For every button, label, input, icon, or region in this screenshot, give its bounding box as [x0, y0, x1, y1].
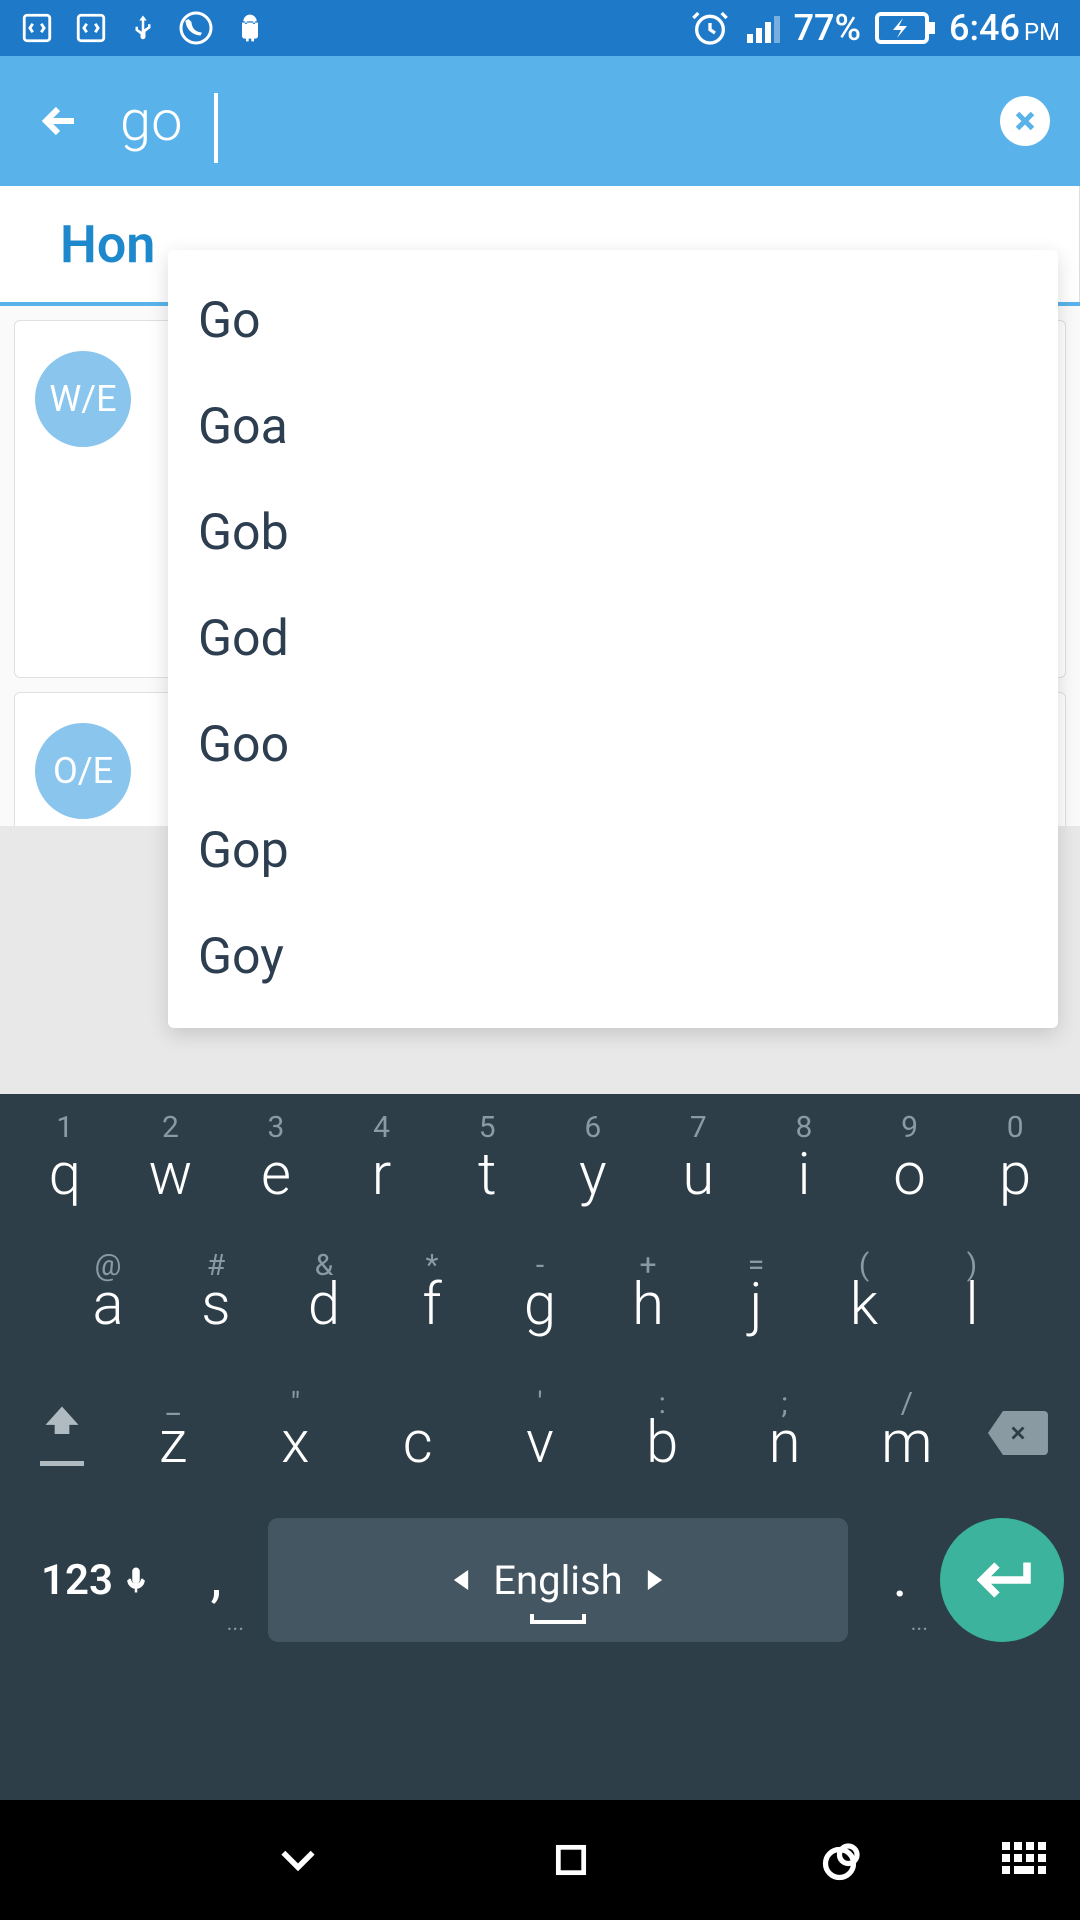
nav-bar: [0, 1800, 1080, 1920]
battery-charging-icon: [875, 12, 935, 44]
nav-back[interactable]: [276, 1838, 320, 1882]
android-icon: [234, 10, 266, 46]
text-cursor: [214, 93, 218, 163]
key-s[interactable]: #s: [162, 1236, 270, 1354]
key-b[interactable]: :b: [601, 1374, 723, 1492]
suggestion-item[interactable]: Goo: [168, 692, 1058, 798]
dev-icon-1: [20, 11, 54, 45]
keyboard-row-1: 1q 2w 3e 4r 5t 6y 7u 8i 9o 0p: [6, 1104, 1074, 1222]
suggestions-dropdown: Go Goa Gob God Goo Gop Goy: [168, 250, 1058, 1028]
status-left-icons: [20, 9, 266, 47]
key-j[interactable]: =j: [702, 1236, 810, 1354]
triangle-left-icon: [453, 1570, 469, 1590]
back-button[interactable]: [30, 91, 90, 151]
keyboard-row-4: 123 ,... English ....: [6, 1518, 1074, 1642]
signal-icon: [744, 10, 780, 46]
key-space[interactable]: English: [268, 1518, 848, 1642]
keyboard-row-3: _z "x c 'v :b ;n /m: [6, 1368, 1074, 1498]
key-i[interactable]: 8i: [751, 1104, 857, 1222]
key-o[interactable]: 9o: [857, 1104, 963, 1222]
key-n[interactable]: ;n: [723, 1374, 845, 1492]
key-h[interactable]: +h: [594, 1236, 702, 1354]
tab-home[interactable]: Hon: [60, 214, 155, 275]
suggestion-item[interactable]: Goa: [168, 374, 1058, 480]
key-z[interactable]: _z: [112, 1374, 234, 1492]
key-e[interactable]: 3e: [223, 1104, 329, 1222]
battery-pct: 77%: [794, 7, 861, 49]
key-backspace[interactable]: [968, 1368, 1068, 1498]
key-q[interactable]: 1q: [12, 1104, 118, 1222]
usb-icon: [128, 9, 158, 47]
suggestion-item[interactable]: Goy: [168, 904, 1058, 1010]
key-l[interactable]: )l: [918, 1236, 1026, 1354]
keyboard: 1q 2w 3e 4r 5t 6y 7u 8i 9o 0p @a #s &d *…: [0, 1094, 1080, 1800]
suggestion-item[interactable]: Gop: [168, 798, 1058, 904]
avatar: O/E: [35, 723, 131, 819]
search-bar: go: [0, 56, 1080, 186]
key-shift[interactable]: [12, 1368, 112, 1498]
key-g[interactable]: -g: [486, 1236, 594, 1354]
nav-recent[interactable]: [822, 1839, 864, 1881]
nav-keyboard-icon[interactable]: [1002, 1842, 1050, 1878]
key-a[interactable]: @a: [54, 1236, 162, 1354]
nav-home[interactable]: [552, 1841, 590, 1879]
alarm-icon: [690, 8, 730, 48]
search-input-wrap: go: [120, 88, 1000, 154]
clear-button[interactable]: [1000, 96, 1050, 146]
status-right: 77% 6:46PM: [690, 7, 1060, 49]
phone-circle-icon: [178, 10, 214, 46]
key-c[interactable]: c: [357, 1374, 479, 1492]
key-d[interactable]: &d: [270, 1236, 378, 1354]
key-t[interactable]: 5t: [434, 1104, 540, 1222]
suggestion-item[interactable]: Go: [168, 268, 1058, 374]
key-u[interactable]: 7u: [646, 1104, 752, 1222]
key-v[interactable]: 'v: [479, 1374, 601, 1492]
time: 6:46PM: [949, 7, 1060, 49]
key-w[interactable]: 2w: [118, 1104, 224, 1222]
status-bar: 77% 6:46PM: [0, 0, 1080, 56]
suggestion-item[interactable]: God: [168, 586, 1058, 692]
key-y[interactable]: 6y: [540, 1104, 646, 1222]
avatar: W/E: [35, 351, 131, 447]
triangle-right-icon: [647, 1570, 663, 1590]
key-123-mic[interactable]: 123: [16, 1556, 176, 1605]
key-r[interactable]: 4r: [329, 1104, 435, 1222]
key-k[interactable]: (k: [810, 1236, 918, 1354]
key-comma[interactable]: ,...: [176, 1520, 256, 1640]
keyboard-row-2: @a #s &d *f -g +h =j (k )l: [6, 1236, 1074, 1354]
key-f[interactable]: *f: [378, 1236, 486, 1354]
key-p[interactable]: 0p: [962, 1104, 1068, 1222]
dev-icon-2: [74, 11, 108, 45]
key-m[interactable]: /m: [846, 1374, 968, 1492]
search-input[interactable]: go: [120, 88, 1000, 154]
key-enter[interactable]: [940, 1518, 1064, 1642]
suggestion-item[interactable]: Gob: [168, 480, 1058, 586]
key-period[interactable]: ....: [860, 1520, 940, 1640]
key-x[interactable]: "x: [234, 1374, 356, 1492]
